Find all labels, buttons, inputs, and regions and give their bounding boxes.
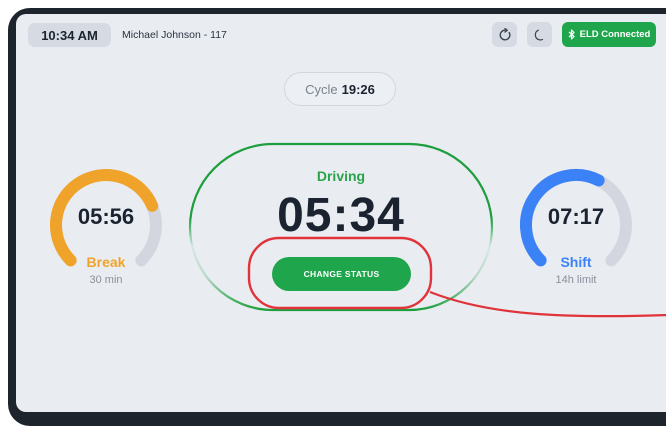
driving-status: Driving xyxy=(316,168,366,184)
driving-time: 05:34 xyxy=(277,189,405,242)
break-time: 05:56 xyxy=(77,204,135,229)
shift-time: 07:17 xyxy=(547,204,605,229)
change-status-button[interactable]: CHANGE STATUS xyxy=(272,257,411,291)
shift-sub: 14h limit xyxy=(555,274,597,286)
break-sub: 30 min xyxy=(89,274,123,286)
break-label: Break xyxy=(86,254,126,270)
highlight-pointer-line xyxy=(429,290,666,318)
app-screen: 10:34 AM Michael Johnson - 117 ELD Conne… xyxy=(16,14,666,412)
shift-label: Shift xyxy=(560,254,592,270)
